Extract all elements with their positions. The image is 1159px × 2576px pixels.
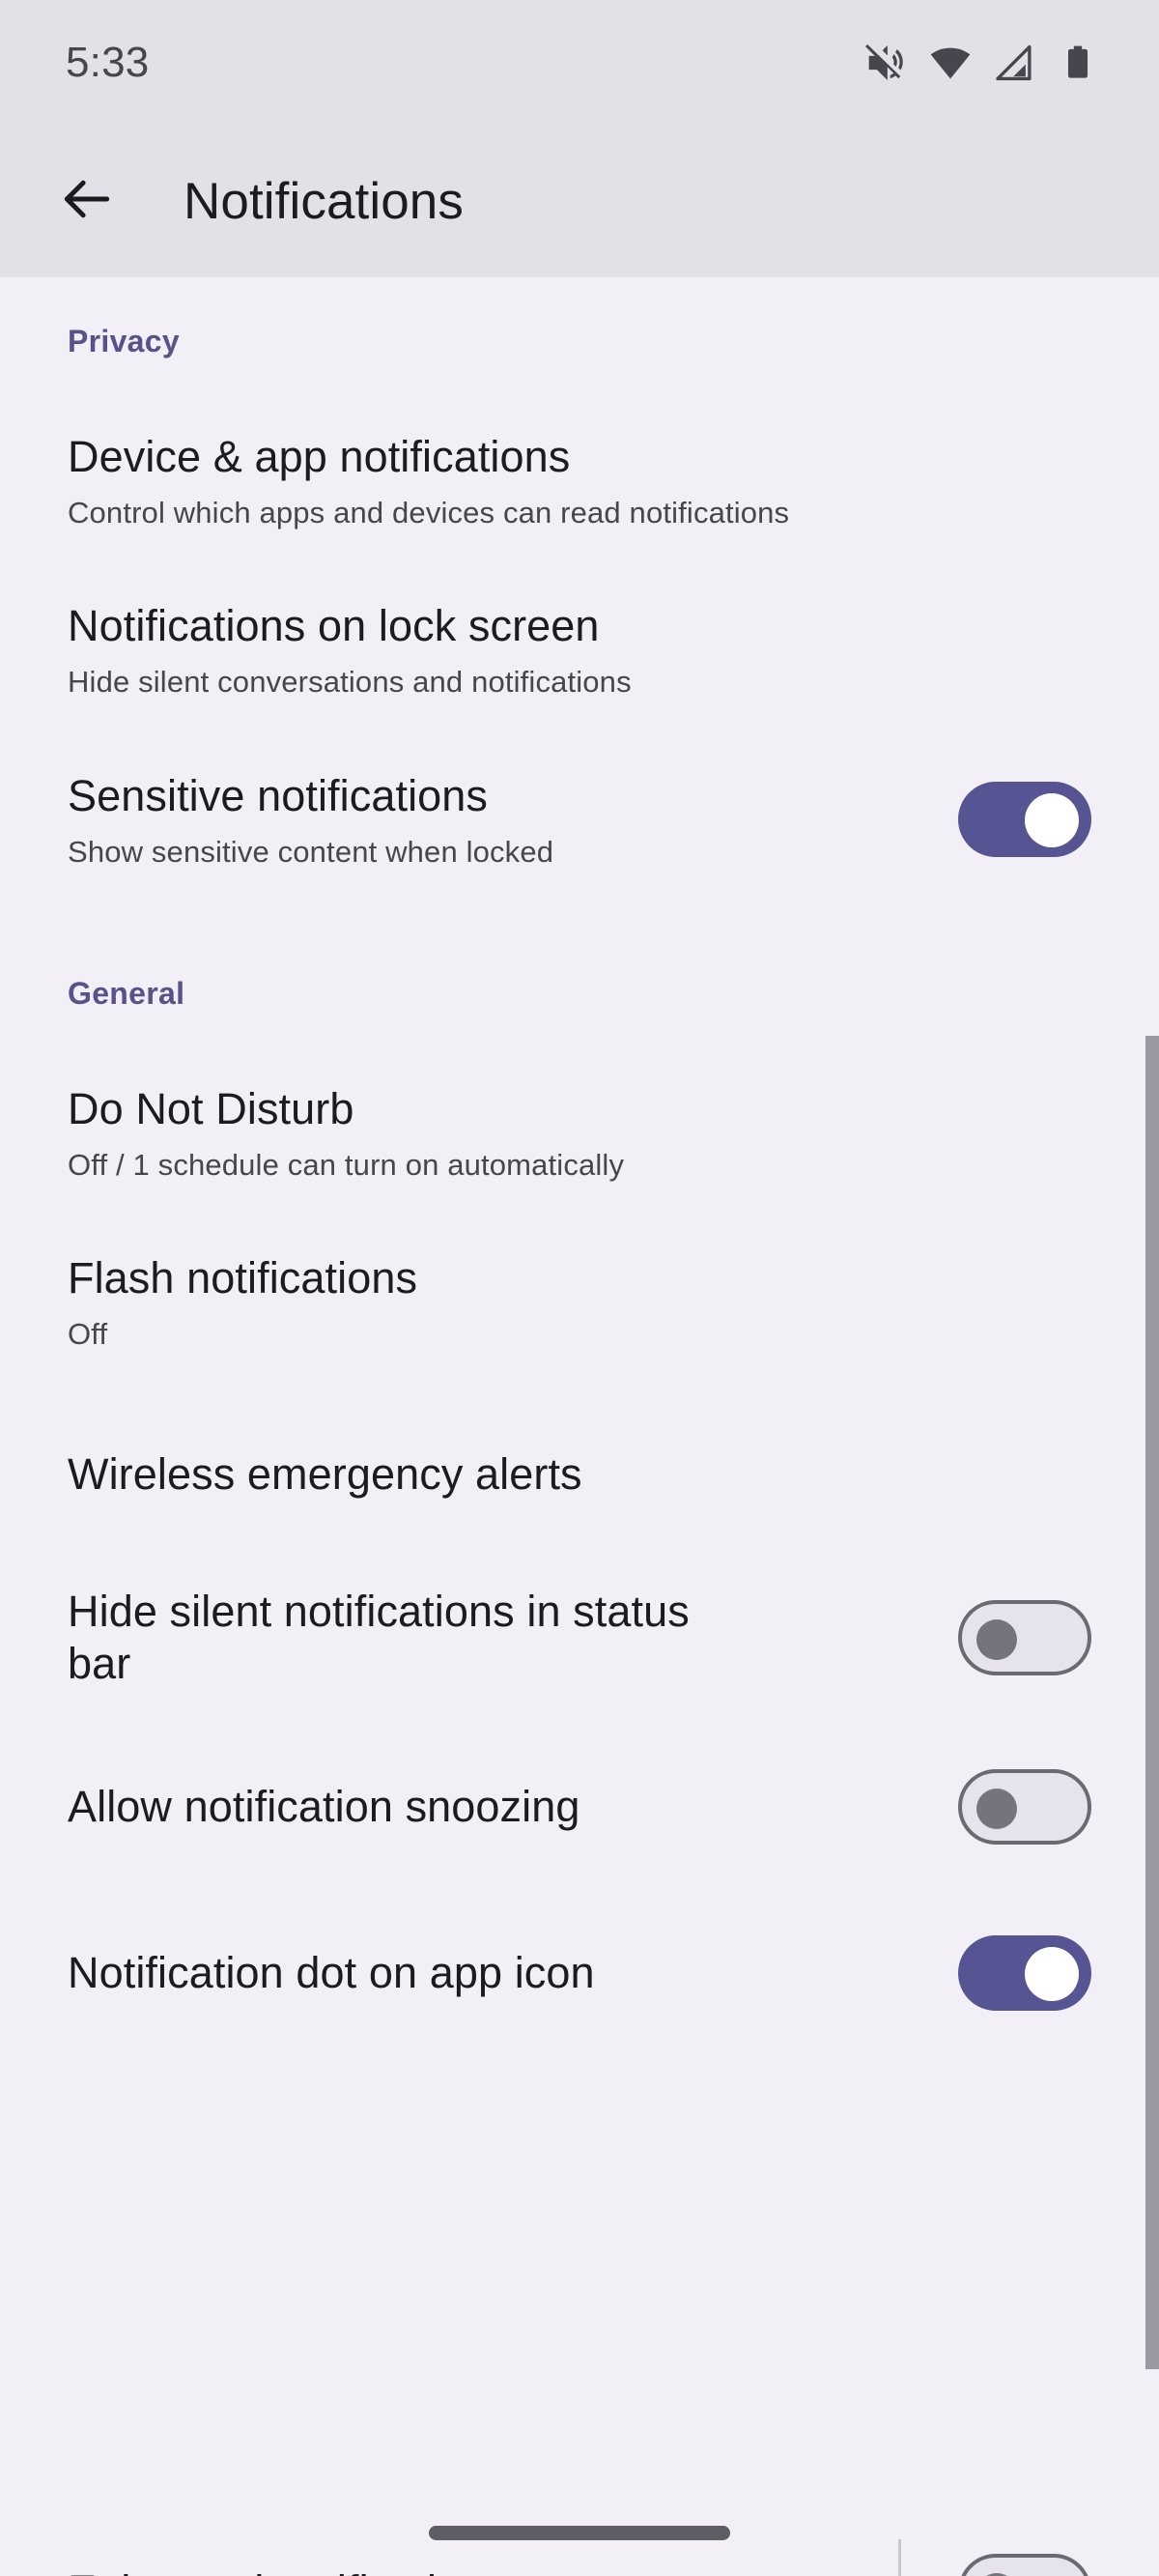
status-bar-clock: 5:33 (66, 39, 150, 86)
switch-allow-notification-snoozing[interactable] (958, 1768, 1091, 1845)
vertical-scrollbar[interactable] (1145, 1036, 1159, 2369)
section-header-privacy: Privacy (68, 324, 180, 358)
list-item-title: Wireless emergency alerts (68, 1448, 582, 1499)
home-indicator[interactable] (429, 2526, 730, 2540)
list-item-text: Notifications on lock screen Hide silent… (68, 600, 1091, 700)
section-header-general: General (68, 975, 185, 1011)
list-item-subtitle: Show sensitive content when locked (68, 834, 554, 869)
status-bar-icons (862, 41, 1097, 85)
list-item-text: Notification dot on app icon (68, 1947, 958, 1998)
list-item-subtitle: Control which apps and devices can read … (68, 496, 790, 530)
list-item-title: Notification dot on app icon (68, 1948, 595, 1998)
list-item-text: Wireless emergency alerts (68, 1448, 1091, 1500)
list-item-text: Hide silent notifications in status bar (68, 1586, 958, 1688)
list-item-text: Flash notifications Off (68, 1252, 1091, 1352)
switch-knob (1025, 1946, 1079, 2001)
list-item-subtitle: Off / 1 schedule can turn on automatical… (68, 1147, 625, 1182)
switch-knob (976, 1618, 1017, 1660)
list-item-title: Device & app notifications (68, 432, 571, 481)
list-item-title: Do Not Disturb (68, 1083, 354, 1133)
back-arrow-icon (57, 169, 117, 234)
list-item-divider (898, 2539, 901, 2576)
battery-icon (1059, 43, 1097, 82)
app-bar: Notifications (0, 126, 1159, 277)
status-bar: 5:33 (0, 0, 1159, 126)
list-item-allow-notification-snoozing[interactable]: Allow notification snoozing (0, 1759, 1159, 1855)
list-item-notification-dot-on-app-icon[interactable]: Notification dot on app icon (0, 1925, 1159, 2021)
switch-notification-dot-on-app-icon[interactable] (958, 1934, 1091, 2011)
list-item-flash-notifications[interactable]: Flash notifications Off (0, 1252, 1159, 1352)
list-item-text: Device & app notifications Control which… (68, 431, 1091, 530)
switch-knob (1025, 793, 1079, 848)
back-button[interactable] (41, 156, 133, 248)
list-item-title: Sensitive notifications (68, 770, 489, 820)
page-title: Notifications (184, 173, 464, 230)
list-item-notifications-on-lock-screen[interactable]: Notifications on lock screen Hide silent… (0, 600, 1159, 700)
list-item-title: Notifications on lock screen (68, 601, 600, 651)
wifi-icon (929, 42, 972, 84)
settings-list: Privacy Device & app notifications Contr… (0, 277, 1159, 2576)
switch-hide-silent-notifications[interactable] (958, 1599, 1091, 1675)
list-item-title: Allow notification snoozing (68, 1782, 580, 1832)
list-item-title: Flash notifications (68, 1253, 418, 1303)
list-item-title: Enhanced notifications (68, 2565, 933, 2576)
list-item-subtitle: Hide silent conversations and notificati… (68, 665, 632, 700)
list-item-do-not-disturb[interactable]: Do Not Disturb Off / 1 schedule can turn… (0, 1083, 1159, 1183)
volume-mute-icon (862, 41, 906, 85)
list-item-wireless-emergency-alerts[interactable]: Wireless emergency alerts (0, 1425, 1159, 1522)
list-item-text: Sensitive notifications Show sensitive c… (68, 770, 958, 870)
notifications-settings-screen: 5:33 Notifications Privacy Device & app … (0, 0, 1159, 2576)
list-item-text: Allow notification snoozing (68, 1781, 958, 1832)
list-item-device-app-notifications[interactable]: Device & app notifications Control which… (0, 431, 1159, 530)
list-item-subtitle: Off (68, 1317, 108, 1352)
list-item-hide-silent-notifications[interactable]: Hide silent notifications in status bar (0, 1586, 1159, 1688)
list-item-title: Hide silent notifications in status bar (68, 1587, 690, 1688)
switch-sensitive-notifications[interactable] (958, 782, 1091, 858)
list-item-text: Enhanced notifications (68, 2565, 958, 2576)
list-item-text: Do Not Disturb Off / 1 schedule can turn… (68, 1083, 1091, 1183)
switch-knob (976, 1788, 1017, 1829)
switch-enhanced-notifications[interactable] (958, 2554, 1091, 2576)
cell-signal-icon (995, 43, 1035, 83)
list-item-sensitive-notifications[interactable]: Sensitive notifications Show sensitive c… (0, 770, 1159, 870)
